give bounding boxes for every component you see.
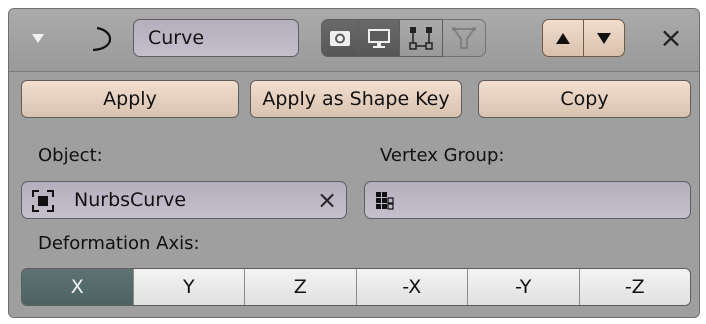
object-value: NurbsCurve (74, 189, 187, 211)
modifier-panel: Curve × Apply Apply as Shape Key Copy Ob… (8, 8, 700, 318)
clear-object-icon[interactable]: × (314, 182, 340, 218)
arrow-down-icon (597, 32, 611, 44)
axis-neg-z-option[interactable]: -Z (578, 269, 690, 305)
axis-neg-y-option[interactable]: -Y (467, 269, 579, 305)
object-icon (32, 190, 54, 212)
object-field[interactable]: NurbsCurve × (21, 181, 347, 219)
vertex-group-label: Vertex Group: (380, 145, 505, 166)
monitor-icon (368, 29, 390, 48)
modifier-header: Curve × (9, 9, 699, 72)
viewport-toggle-button[interactable] (358, 19, 400, 57)
axis-neg-x-option[interactable]: -X (355, 269, 467, 305)
object-label: Object: (38, 145, 103, 166)
move-down-button[interactable] (583, 19, 625, 57)
axis-z-option[interactable]: Z (244, 269, 356, 305)
editmode-toggle-button[interactable] (399, 19, 443, 57)
move-up-button[interactable] (542, 19, 584, 57)
cage-toggle-button[interactable] (442, 19, 486, 57)
curve-modifier-icon (87, 23, 119, 55)
close-icon[interactable]: × (655, 21, 687, 55)
vertex-group-field[interactable] (364, 181, 691, 219)
triangle-down-icon[interactable] (32, 34, 44, 43)
vertex-group-icon (376, 192, 394, 210)
axis-y-option[interactable]: Y (132, 269, 244, 305)
deformation-axis-selector: X Y Z -X -Y -Z (21, 268, 691, 306)
apply-as-shape-key-button[interactable]: Apply as Shape Key (250, 80, 462, 118)
render-toggle-button[interactable] (321, 19, 359, 57)
edit-mode-icon (409, 27, 433, 50)
modifier-name-field[interactable]: Curve (133, 19, 299, 57)
deformation-axis-label: Deformation Axis: (38, 233, 200, 254)
camera-icon (330, 31, 350, 46)
apply-button[interactable]: Apply (21, 80, 239, 118)
copy-button[interactable]: Copy (478, 80, 691, 118)
arrow-up-icon (556, 32, 570, 44)
axis-x-option[interactable]: X (22, 269, 133, 305)
cage-icon (452, 27, 476, 49)
